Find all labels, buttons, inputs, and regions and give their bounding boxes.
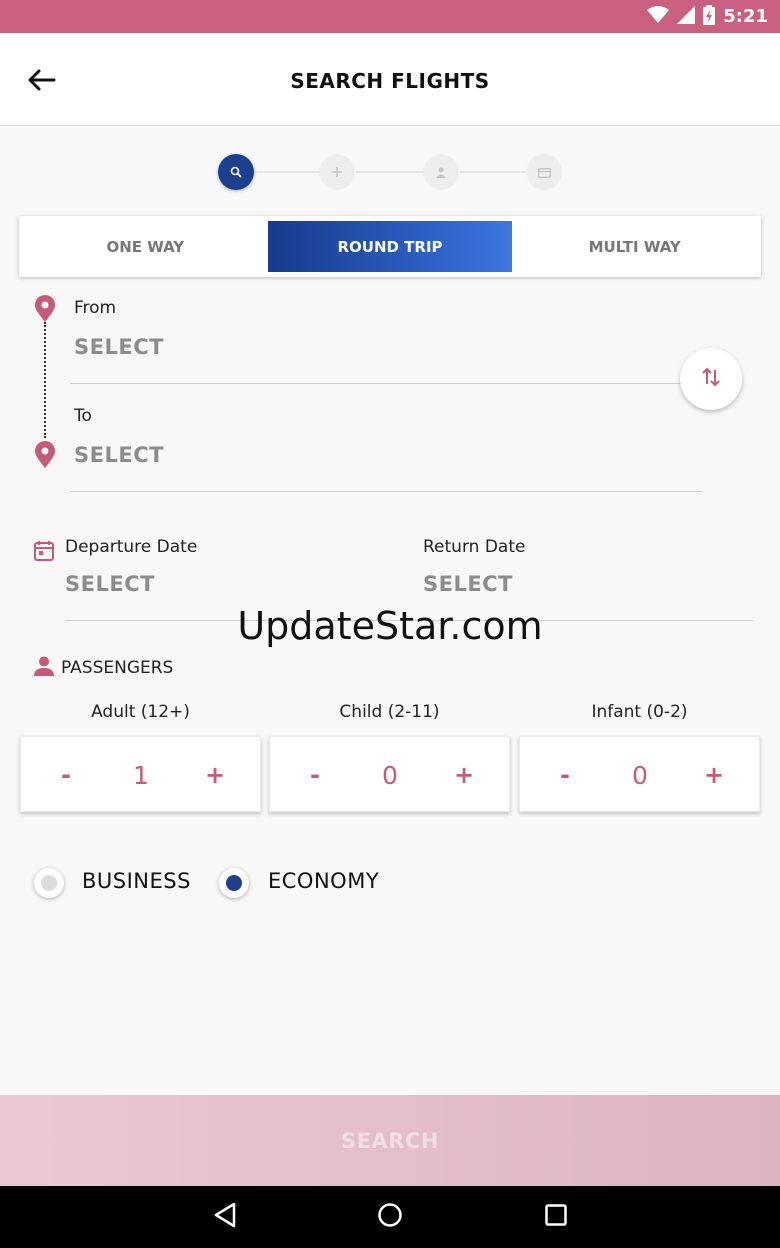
passengers-title: PASSENGERS (61, 658, 174, 678)
nav-home-button[interactable] (373, 1200, 407, 1234)
status-time: 5:21 (723, 6, 768, 27)
step-connector (252, 171, 322, 173)
passenger-icon (34, 656, 54, 681)
status-bar: 5:21 (0, 0, 780, 33)
location-pin-icon (34, 295, 56, 323)
departure-date-field[interactable]: SELECT (65, 572, 155, 596)
triangle-back-icon (213, 1202, 237, 1232)
search-button-label: SEARCH (341, 1128, 439, 1153)
from-underline (70, 383, 702, 384)
tab-round-trip[interactable]: ROUND TRIP (267, 221, 513, 272)
step-add[interactable] (319, 154, 355, 190)
nav-recents-button[interactable] (539, 1200, 573, 1234)
child-count: 0 (382, 760, 398, 790)
search-button[interactable]: SEARCH (0, 1095, 780, 1186)
infant-count: 0 (632, 760, 648, 790)
child-counter: - 0 + (269, 736, 510, 812)
from-field[interactable]: SELECT (74, 335, 164, 359)
adult-increment-button[interactable]: + (195, 755, 235, 795)
infant-increment-button[interactable]: + (694, 755, 734, 795)
watermark: UpdateStar.com (237, 604, 543, 648)
location-pin-icon (34, 441, 56, 469)
return-date-label: Return Date (423, 537, 526, 557)
adult-count: 1 (133, 760, 149, 790)
nav-back-button[interactable] (208, 1200, 242, 1234)
person-icon (435, 163, 447, 182)
return-date-field[interactable]: SELECT (423, 572, 513, 596)
adult-decrement-button[interactable]: - (46, 755, 86, 795)
tab-multi-way[interactable]: MULTI WAY (512, 221, 757, 272)
navigation-bar (0, 1186, 780, 1248)
calendar-icon (34, 540, 54, 565)
route-connector (44, 322, 46, 438)
departure-date-label: Departure Date (65, 537, 198, 557)
to-label: To (74, 406, 92, 426)
card-icon (537, 163, 551, 182)
from-label: From (74, 298, 117, 318)
plus-icon (331, 163, 343, 182)
tab-one-way[interactable]: ONE WAY (23, 221, 268, 272)
status-icons: 5:21 (647, 4, 768, 29)
child-increment-button[interactable]: + (444, 755, 484, 795)
swap-route-button[interactable] (680, 348, 742, 410)
infant-label: Infant (0-2) (591, 702, 688, 722)
economy-radio[interactable] (219, 868, 249, 898)
infant-counter: - 0 + (519, 736, 760, 812)
square-recents-icon (544, 1203, 568, 1231)
economy-label[interactable]: ECONOMY (268, 869, 379, 893)
to-field[interactable]: SELECT (74, 443, 164, 467)
step-search[interactable] (218, 154, 254, 190)
business-radio[interactable] (34, 868, 64, 898)
step-connector (356, 171, 426, 173)
signal-icon (677, 5, 696, 28)
business-label[interactable]: BUSINESS (82, 869, 191, 893)
to-underline (70, 491, 702, 492)
step-payment[interactable] (526, 154, 562, 190)
adult-label: Adult (12+) (91, 702, 190, 722)
step-connector (460, 171, 530, 173)
swap-vertical-icon (701, 366, 721, 392)
radio-dot-selected (226, 875, 242, 891)
wifi-icon (647, 5, 670, 28)
progress-stepper (218, 153, 564, 191)
infant-decrement-button[interactable]: - (545, 755, 585, 795)
page-title: SEARCH FLIGHTS (290, 69, 490, 93)
circle-home-icon (377, 1202, 403, 1232)
child-decrement-button[interactable]: - (295, 755, 335, 795)
search-icon (230, 163, 242, 182)
battery-icon (703, 4, 716, 29)
step-passenger[interactable] (423, 154, 459, 190)
child-label: Child (2-11) (339, 702, 440, 722)
trip-type-tabs: ONE WAY ROUND TRIP MULTI WAY (19, 216, 761, 277)
radio-dot-unselected (41, 875, 57, 891)
adult-counter: - 1 + (20, 736, 261, 812)
app-bar: SEARCH FLIGHTS (0, 33, 780, 126)
